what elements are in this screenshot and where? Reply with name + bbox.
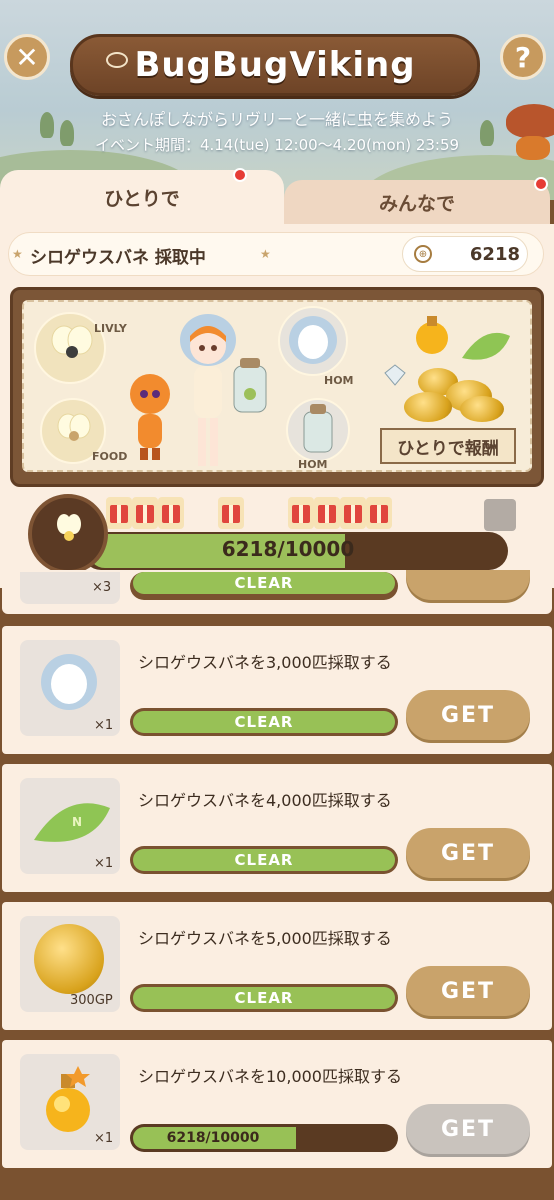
hood-item-icon bbox=[41, 654, 97, 710]
leaf-icon bbox=[462, 332, 510, 360]
quest-text: シロゲウスバネを4,000匹採取する bbox=[138, 791, 392, 810]
get-button[interactable]: GET bbox=[406, 966, 530, 1016]
clear-label: CLEAR bbox=[234, 989, 294, 1007]
bug-count-icon: ⊕ bbox=[414, 245, 432, 263]
quest-text: シロゲウスバネを5,000匹採取する bbox=[138, 929, 392, 948]
quest-thumb-mult: ×1 bbox=[94, 718, 114, 733]
leaf-icon: N bbox=[34, 803, 110, 842]
get-label: GET bbox=[440, 978, 496, 1004]
quest-clear-fill: CLEAR bbox=[133, 572, 395, 594]
help-button[interactable]: ? bbox=[500, 34, 546, 80]
gift-icon bbox=[314, 497, 340, 529]
clear-label: CLEAR bbox=[234, 713, 294, 731]
bug-icon bbox=[106, 52, 128, 68]
tab-solo-label: ひとりで bbox=[104, 187, 180, 210]
collecting-status: シロゲウスバネ 採取中 bbox=[30, 248, 206, 268]
get-button[interactable] bbox=[406, 570, 530, 600]
bug-jar-icon bbox=[233, 358, 267, 413]
notification-dot bbox=[534, 177, 548, 191]
slot-label-hom-2: HOM bbox=[298, 458, 328, 471]
gift-locked-icon bbox=[484, 499, 516, 531]
total-progress-text: 6218/10000 bbox=[221, 537, 355, 561]
tab-all[interactable]: みんなで bbox=[284, 180, 550, 224]
slot-label-hom: HOM bbox=[324, 374, 354, 387]
clear-label: CLEAR bbox=[234, 574, 294, 592]
fairy-bug-icon bbox=[57, 514, 81, 541]
quest-text: シロゲウスバネを10,000匹採取する bbox=[138, 1067, 402, 1086]
help-icon: ? bbox=[514, 40, 532, 74]
notification-dot bbox=[233, 168, 247, 182]
potion-icon bbox=[46, 1066, 90, 1132]
quest-thumb-mult: 300GP bbox=[70, 993, 113, 1008]
fairy-bug-icon bbox=[51, 325, 93, 358]
quest-clear-fill: CLEAR bbox=[133, 987, 395, 1009]
jar-item-icon bbox=[303, 404, 333, 453]
mushroom-decoration bbox=[506, 104, 554, 138]
get-label: GET bbox=[440, 1116, 496, 1142]
livly-character bbox=[130, 374, 170, 460]
event-title-board: BugBugViking bbox=[70, 34, 480, 96]
diamond-icon bbox=[384, 364, 406, 386]
clear-label: CLEAR bbox=[234, 851, 294, 869]
quest-text: シロゲウスバネを3,000匹採取する bbox=[138, 653, 392, 672]
quest-thumb-mult: ×3 bbox=[92, 580, 112, 595]
tab-all-label: みんなで bbox=[378, 192, 455, 215]
quest-thumb-mult: ×1 bbox=[94, 1131, 114, 1146]
quest-clear-fill: CLEAR bbox=[133, 849, 395, 871]
gift-icon bbox=[158, 497, 184, 529]
gold-coin-icon bbox=[34, 924, 104, 994]
star-icon: ★ bbox=[12, 247, 23, 261]
gift-icon bbox=[132, 497, 158, 529]
close-button[interactable]: ✕ bbox=[4, 34, 50, 80]
close-icon: ✕ bbox=[15, 40, 39, 74]
slot-label-livly: LIVLY bbox=[94, 322, 127, 335]
svg-text:N: N bbox=[72, 815, 82, 829]
get-button[interactable]: GET bbox=[406, 690, 530, 740]
gold-coin-icon bbox=[460, 396, 504, 422]
get-label: GET bbox=[440, 840, 496, 866]
quest-progress-text: 6218/10000 bbox=[166, 1130, 260, 1146]
event-subtitle: おさんぽしながらリヴリーと一緒に虫を集めよう bbox=[100, 110, 453, 129]
food-bug-icon bbox=[57, 413, 91, 441]
bug-count: 6218 bbox=[469, 244, 520, 265]
hood-item-icon bbox=[289, 316, 337, 364]
get-button[interactable]: GET bbox=[406, 828, 530, 878]
gift-icon bbox=[366, 497, 392, 529]
potion-icon bbox=[416, 316, 448, 354]
solo-reward-banner: ひとりで報酬 bbox=[380, 428, 516, 464]
event-title: BugBugViking bbox=[134, 45, 416, 85]
quest-clear-fill: CLEAR bbox=[133, 711, 395, 733]
gift-icon bbox=[340, 497, 366, 529]
gift-icon bbox=[218, 497, 244, 529]
star-icon: ★ bbox=[260, 247, 271, 261]
get-label: GET bbox=[440, 702, 496, 728]
quest-thumb-mult: ×1 bbox=[94, 856, 114, 871]
gift-icon bbox=[106, 497, 132, 529]
gift-icon bbox=[288, 497, 314, 529]
gold-coin-icon bbox=[404, 392, 452, 422]
mushroom-decoration bbox=[516, 136, 550, 160]
get-button-disabled[interactable]: GET bbox=[406, 1104, 530, 1154]
event-period: イベント期間：4.14(tue) 12:00～4.20(mon) 23:59 bbox=[94, 136, 460, 154]
